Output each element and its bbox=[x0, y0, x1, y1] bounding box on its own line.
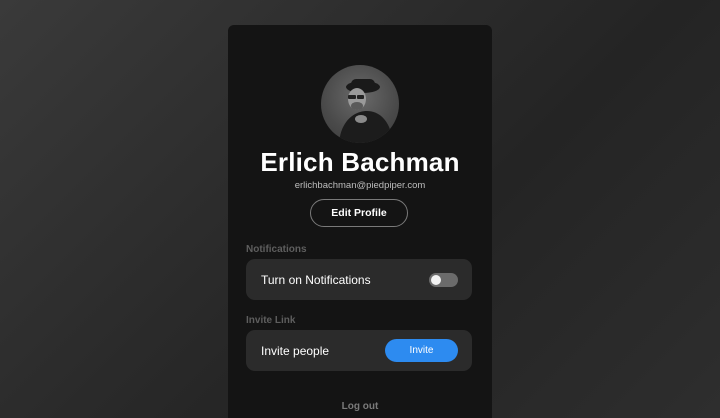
notifications-row-label: Turn on Notifications bbox=[261, 272, 371, 287]
profile-name: Erlich Bachman bbox=[260, 147, 460, 177]
person-silhouette-icon bbox=[339, 79, 393, 143]
notifications-row: Turn on Notifications bbox=[246, 259, 472, 300]
invite-button[interactable]: Invite bbox=[385, 339, 458, 362]
toggle-knob bbox=[431, 274, 441, 285]
profile-email: erlichbachman@piedpiper.com bbox=[294, 180, 426, 191]
profile-panel: Erlich Bachman erlichbachman@piedpiper.c… bbox=[228, 25, 492, 418]
invite-row-label: Invite people bbox=[261, 343, 330, 358]
notifications-toggle[interactable] bbox=[429, 272, 458, 287]
invite-section-label: Invite Link bbox=[246, 315, 296, 326]
edit-profile-button[interactable]: Edit Profile bbox=[310, 199, 408, 227]
avatar[interactable] bbox=[321, 65, 399, 143]
notifications-section-label: Notifications bbox=[246, 244, 307, 255]
logout-link[interactable]: Log out bbox=[228, 401, 492, 412]
invite-row: Invite people Invite bbox=[246, 330, 472, 371]
